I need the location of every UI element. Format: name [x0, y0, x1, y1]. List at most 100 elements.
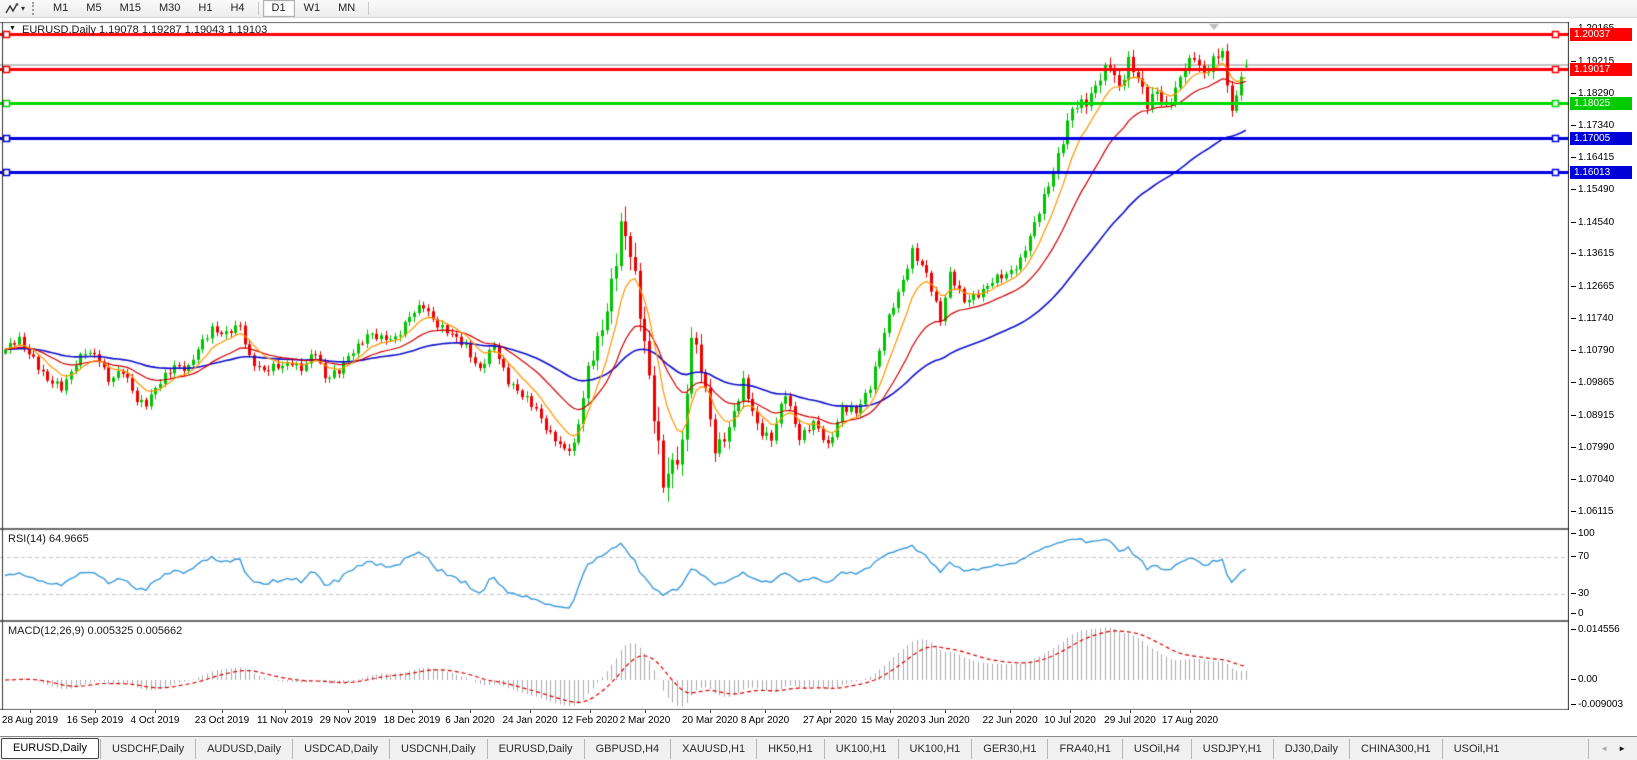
price-chart-canvas[interactable] [0, 22, 1569, 710]
date-tick [412, 710, 413, 713]
price-tick-label: 1.07990 [1570, 441, 1615, 453]
date-tick [348, 710, 349, 713]
price-line-label: 1.18025 [1570, 96, 1632, 110]
date-label: 4 Oct 2019 [130, 715, 180, 726]
price-line-label: 1.20037 [1570, 27, 1632, 41]
date-label: 24 Jan 2020 [502, 715, 558, 726]
date-label: 18 Dec 2019 [383, 715, 441, 726]
timeframe-button-mn[interactable]: MN [329, 0, 364, 17]
timeframe-button-m1[interactable]: M1 [44, 0, 77, 17]
toolbar-separator [257, 2, 259, 15]
timeframe-toolbar: ▾ M1 M5 M15 M30 H1 H4 D1 W1 MN [0, 0, 1637, 18]
chart-tab-usdcnh-daily[interactable]: USDCNH,Daily [389, 738, 487, 759]
chart-tab-usoil-h4[interactable]: USOil,H4 [1121, 738, 1191, 759]
chart-tab-xauusd-h1[interactable]: XAUUSD,H1 [670, 738, 756, 759]
date-label: 23 Oct 2019 [194, 715, 250, 726]
date-tick [830, 710, 831, 713]
chart-tab-usoil-h1[interactable]: USOil,H1 [1441, 738, 1511, 759]
date-tick [530, 710, 531, 713]
date-label: 29 Nov 2019 [319, 715, 377, 726]
timeframe-button-d1[interactable]: D1 [262, 0, 295, 17]
date-label: 28 Aug 2019 [1, 715, 59, 726]
date-tick [710, 710, 711, 713]
timeframe-button-m15[interactable]: M15 [111, 0, 150, 17]
date-axis: 28 Aug 2019 16 Sep 2019 4 Oct 2019 23 Oct 2… [0, 710, 1569, 736]
macd-level-label: -0.009003 [1570, 699, 1624, 710]
chart-symbol-caret-icon: ▼ [9, 25, 16, 32]
date-label: 2 Mar 2020 [619, 715, 671, 726]
date-tick [945, 710, 946, 713]
price-tick-label: 1.15490 [1570, 183, 1615, 195]
toolbar-separator [368, 2, 370, 15]
price-tick-label: 1.07040 [1570, 474, 1615, 486]
date-label: 6 Jan 2020 [445, 715, 495, 726]
date-tick [765, 710, 766, 713]
timeframe-button-m5[interactable]: M5 [77, 0, 110, 17]
price-tick-label: 1.10790 [1570, 345, 1615, 357]
chart-tab-hk50-h1[interactable]: HK50,H1 [756, 738, 824, 759]
chart-tab-ger30-h1[interactable]: GER30,H1 [971, 738, 1047, 759]
rsi-level-label: 100 [1571, 528, 1595, 539]
chart-tab-audusd-daily[interactable]: AUDUSD,Daily [195, 738, 292, 759]
timeframe-button-h4[interactable]: H4 [221, 0, 253, 17]
toolbar-grip [32, 2, 40, 15]
chart-tab-uk100-h1[interactable]: UK100,H1 [897, 738, 972, 759]
tab-scroll-left-icon[interactable]: ◄ [1595, 744, 1613, 753]
date-label: 29 Jul 2020 [1104, 715, 1156, 726]
price-line-label: 1.16013 [1570, 166, 1632, 179]
date-tick [95, 710, 96, 713]
tab-scroll-right-icon[interactable]: ► [1613, 744, 1631, 753]
date-label: 20 Mar 2020 [681, 715, 739, 726]
timeframe-button-w1[interactable]: W1 [295, 0, 330, 17]
chart-tab-china300-h1[interactable]: CHINA300,H1 [1348, 738, 1442, 759]
chart-tab-uk100-h1[interactable]: UK100,H1 [823, 738, 898, 759]
chart-tab-eurusd-daily[interactable]: EURUSD,Daily [1, 738, 99, 759]
price-tick-label: 1.14540 [1570, 216, 1615, 228]
date-tick [1130, 710, 1131, 713]
date-tick [155, 710, 156, 713]
price-tick-label: 1.13615 [1570, 248, 1615, 260]
rsi-level-label: 30 [1570, 588, 1590, 599]
date-label: 17 Aug 2020 [1161, 715, 1219, 726]
date-label: 3 Jun 2020 [920, 715, 970, 726]
rsi-level-label: 70 [1570, 551, 1590, 562]
date-label: 22 Jun 2020 [982, 715, 1038, 726]
date-tick [30, 710, 31, 713]
date-label: 12 Feb 2020 [561, 715, 619, 726]
chart-tab-eurusd-daily[interactable]: EURUSD,Daily [486, 738, 584, 759]
price-tick-label: 1.12665 [1570, 281, 1615, 293]
tool-dropdown-caret-icon[interactable]: ▾ [21, 4, 25, 13]
drawing-tool-icon[interactable] [3, 1, 21, 16]
date-tick [1190, 710, 1191, 713]
macd-level-label: 0.00 [1570, 674, 1598, 685]
chart-tab-usdjpy-h1[interactable]: USDJPY,H1 [1190, 738, 1273, 759]
chart-tab-bar: EURUSD,Daily USDCHF,Daily AUDUSD,Daily USDC… [0, 736, 1637, 760]
price-tick-label: 1.06115 [1570, 506, 1614, 518]
chart-title-ohlc: EURUSD,Daily 1.19078 1.19287 1.19043 1.1… [22, 24, 268, 36]
chart-tab-fra40-h1[interactable]: FRA40,H1 [1047, 738, 1121, 759]
date-tick [890, 710, 891, 713]
chart-tab-gbpusd-h4[interactable]: GBPUSD,H4 [583, 738, 671, 759]
macd-level-label: 0.014556 [1571, 624, 1620, 635]
price-tick-label: 1.09865 [1570, 377, 1615, 389]
date-tick [222, 710, 223, 713]
rsi-indicator-label: RSI(14) 64.9665 [8, 533, 89, 545]
date-tick [470, 710, 471, 713]
date-label: 27 Apr 2020 [803, 715, 857, 726]
price-tick-label: 1.11740 [1570, 312, 1614, 324]
timeframe-button-m30[interactable]: M30 [150, 0, 189, 17]
chart-tab-usdcad-daily[interactable]: USDCAD,Daily [292, 738, 389, 759]
date-tick [645, 710, 646, 713]
date-label: 8 Apr 2020 [740, 715, 790, 726]
price-tick-label: 1.17340 [1570, 120, 1615, 132]
price-scale: 1.201651.192151.182901.173401.164151.154… [1569, 22, 1637, 710]
chart-tab-usdchf-daily[interactable]: USDCHF,Daily [99, 738, 195, 759]
price-tick-label: 1.08915 [1570, 409, 1615, 421]
date-label: 10 Jul 2020 [1044, 715, 1096, 726]
timeframe-button-h1[interactable]: H1 [189, 0, 221, 17]
price-line-label: 1.17005 [1570, 131, 1632, 145]
chart-tab-dj30-daily[interactable]: DJ30,Daily [1272, 738, 1349, 759]
date-label: 16 Sep 2019 [66, 715, 124, 726]
date-label: 11 Nov 2019 [257, 715, 313, 726]
date-label: 15 May 2020 [861, 715, 919, 726]
